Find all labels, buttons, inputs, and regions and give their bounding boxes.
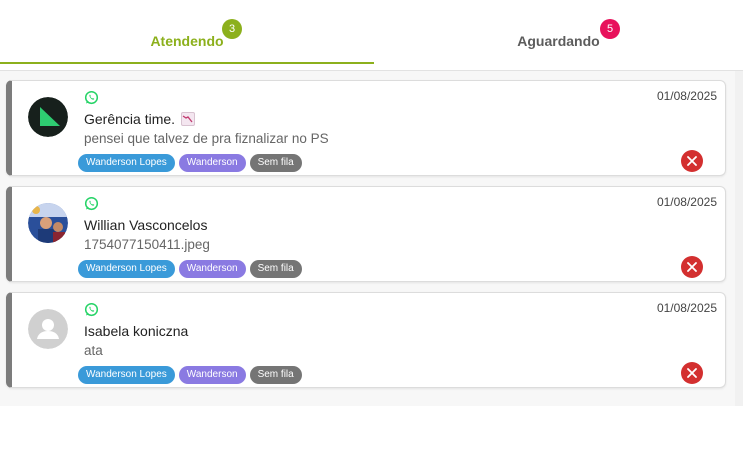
contact-name: Isabela koniczna bbox=[84, 323, 189, 339]
chart-decreasing-emoji-icon bbox=[180, 112, 195, 126]
tag-queue: Sem fila bbox=[249, 366, 302, 384]
whatsapp-icon bbox=[84, 196, 99, 211]
tab-aguardando[interactable]: Aguardando bbox=[374, 0, 743, 66]
tag-user: Wanderson Lopes bbox=[78, 154, 175, 172]
ticket-tabs: Atendendo 3 Aguardando 5 bbox=[0, 0, 743, 71]
photo-avatar bbox=[28, 203, 68, 243]
close-icon bbox=[687, 156, 697, 166]
tag-queue: Sem fila bbox=[249, 154, 302, 172]
tab-atendendo-label: Atendendo bbox=[150, 33, 224, 49]
tag-queue: Sem fila bbox=[249, 260, 302, 278]
ticket-date: 01/08/2025 bbox=[656, 89, 717, 103]
aguardando-count-badge: 5 bbox=[600, 19, 620, 39]
ticket-date: 01/08/2025 bbox=[656, 195, 717, 209]
atendendo-count-badge: 3 bbox=[222, 19, 242, 39]
ticket-card[interactable]: 01/08/2025 Isabela koniczna ata Wanderso… bbox=[6, 292, 726, 388]
logo-avatar bbox=[28, 97, 68, 137]
ticket-list[interactable]: 01/08/2025 Gerência time. pensei que tal… bbox=[0, 71, 735, 406]
ticket-tags: Wanderson Lopes Wanderson Sem fila bbox=[78, 260, 302, 278]
last-message: ata bbox=[84, 343, 103, 358]
tag-user: Wanderson Lopes bbox=[78, 260, 175, 278]
tag-user: Wanderson Lopes bbox=[78, 366, 175, 384]
ticket-tags: Wanderson Lopes Wanderson Sem fila bbox=[78, 154, 302, 172]
ticket-card[interactable]: 01/08/2025 Gerência time. pensei que tal… bbox=[6, 80, 726, 176]
close-ticket-button[interactable] bbox=[681, 150, 703, 172]
last-message: pensei que talvez de pra fiznalizar no P… bbox=[84, 131, 329, 146]
active-tab-indicator bbox=[0, 62, 374, 64]
tag-connection: Wanderson bbox=[178, 260, 246, 278]
close-icon bbox=[687, 262, 697, 272]
ticket-tags: Wanderson Lopes Wanderson Sem fila bbox=[78, 366, 302, 384]
close-icon bbox=[687, 368, 697, 378]
whatsapp-icon bbox=[84, 90, 99, 105]
tag-connection: Wanderson bbox=[178, 154, 246, 172]
ticket-card[interactable]: 01/08/2025 Willian Vasconcelos 175407715… bbox=[6, 186, 726, 282]
tag-connection: Wanderson bbox=[178, 366, 246, 384]
contact-name: Willian Vasconcelos bbox=[84, 217, 208, 233]
whatsapp-icon bbox=[84, 302, 99, 317]
contact-name: Gerência time. bbox=[84, 111, 195, 127]
tab-aguardando-label: Aguardando bbox=[517, 33, 600, 49]
default-avatar bbox=[28, 309, 68, 349]
tab-atendendo[interactable]: Atendendo bbox=[0, 0, 374, 66]
list-scrollbar[interactable] bbox=[735, 71, 743, 406]
close-ticket-button[interactable] bbox=[681, 256, 703, 278]
close-ticket-button[interactable] bbox=[681, 362, 703, 384]
contact-name-text: Gerência time. bbox=[84, 111, 176, 127]
last-message: 1754077150411.jpeg bbox=[84, 237, 210, 252]
ticket-date: 01/08/2025 bbox=[656, 301, 717, 315]
